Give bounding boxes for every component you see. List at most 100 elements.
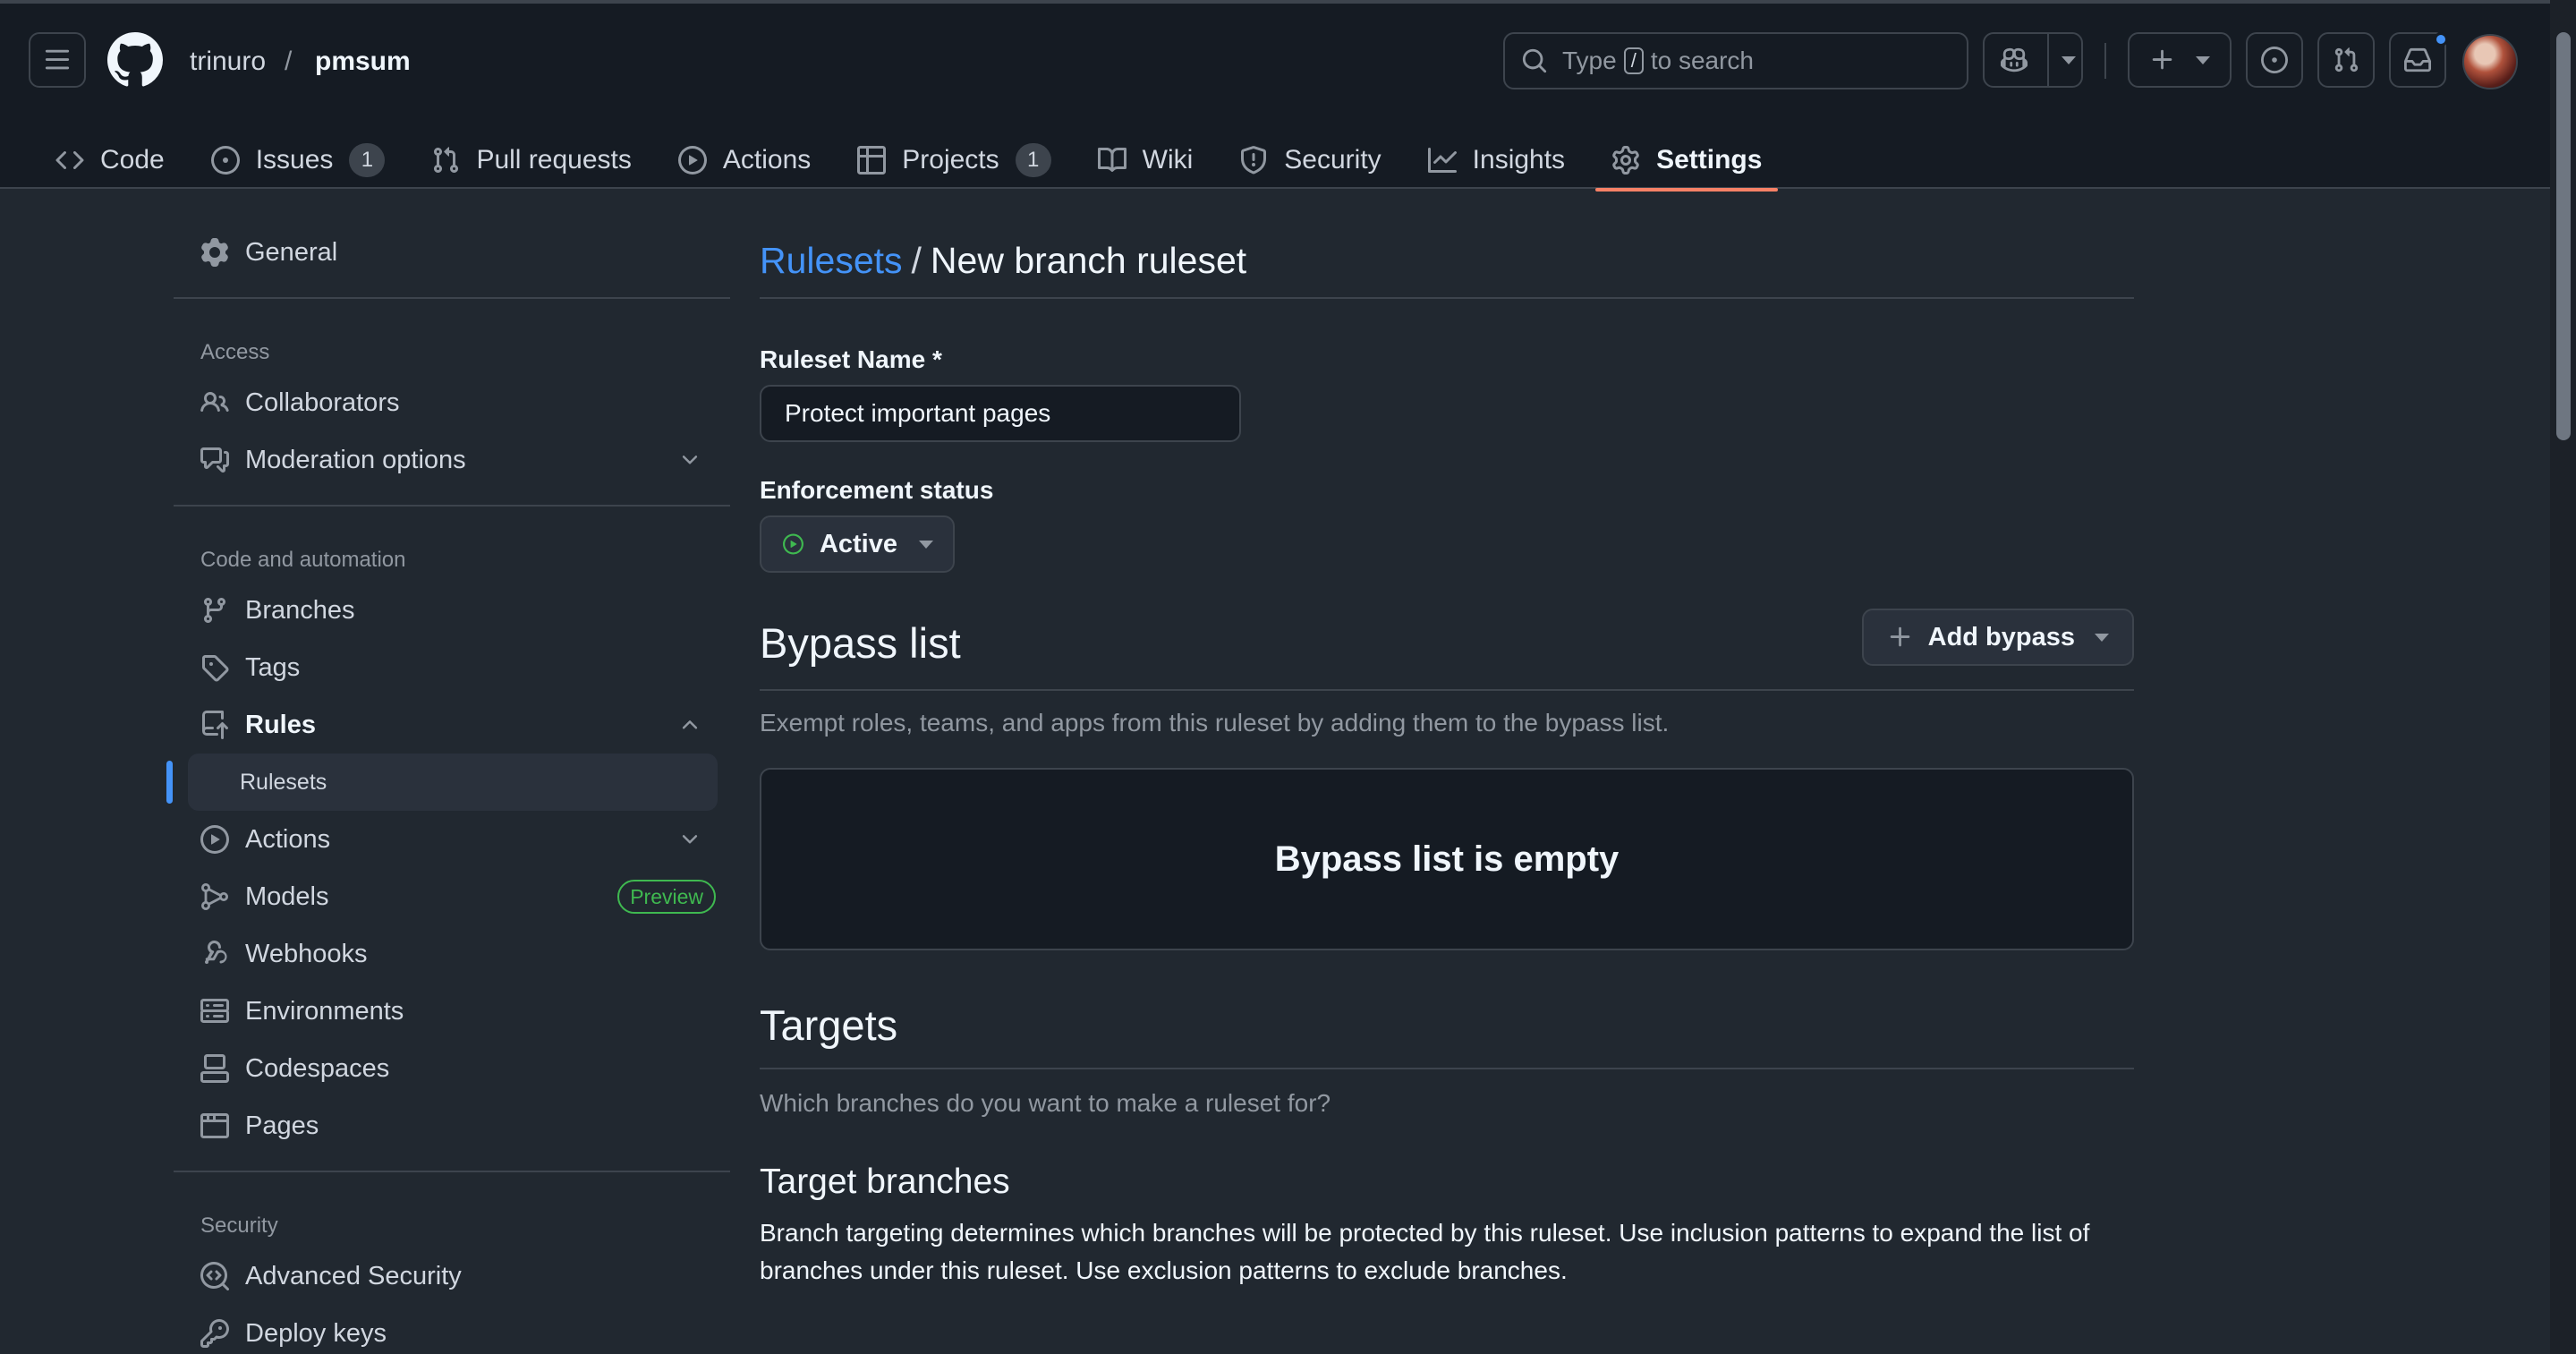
search-input[interactable]: Type / to search [1503, 32, 1968, 89]
pull-request-icon [434, 147, 459, 174]
breadcrumb-separator: / [911, 239, 922, 281]
chevron-down-icon[interactable] [678, 448, 701, 472]
projects-count-badge: 1 [1015, 143, 1051, 177]
tab-projects[interactable]: Projects 1 [841, 132, 1067, 188]
split-divider [2047, 32, 2049, 88]
tab-label: Actions [722, 145, 812, 175]
sidebar-item-environments[interactable]: Environments [174, 983, 730, 1040]
sidebar-item-label: Actions [245, 824, 331, 854]
search-placeholder-suffix: to search [1650, 47, 1754, 74]
create-new-button[interactable] [2128, 32, 2232, 88]
settings-sidebar: General Access Collaborators Moderation … [166, 224, 730, 1354]
tab-label: Settings [1656, 145, 1763, 175]
sidebar-item-actions[interactable]: Actions [174, 811, 730, 868]
sidebar-item-label: Advanced Security [245, 1261, 462, 1290]
preview-badge: Preview [617, 880, 716, 914]
play-icon [200, 825, 229, 854]
sidebar-heading-security: Security [200, 1213, 278, 1238]
issues-button[interactable] [2246, 32, 2303, 88]
sidebar-item-label: Rulesets [240, 769, 327, 795]
add-bypass-button[interactable]: Add bypass [1861, 609, 2134, 666]
tab-wiki[interactable]: Wiki [1082, 132, 1210, 188]
copilot-dropdown-caret[interactable] [2062, 55, 2076, 64]
sidebar-item-rules[interactable]: Rules [174, 696, 730, 754]
tab-code[interactable]: Code [39, 132, 181, 188]
sidebar-item-moderation-options[interactable]: Moderation options [174, 431, 730, 489]
codescan-icon [200, 1262, 229, 1290]
enforcement-status-dropdown[interactable]: Active [760, 515, 955, 573]
tag-icon [202, 655, 229, 682]
owner-link[interactable]: trinuro [190, 47, 266, 77]
hamburger-icon [45, 49, 70, 70]
tab-security[interactable]: Security [1223, 132, 1397, 188]
sidebar-item-label: Collaborators [245, 387, 400, 417]
copilot-icon [2001, 47, 2028, 72]
plus-icon [2152, 49, 2172, 70]
pull-requests-button[interactable] [2317, 32, 2375, 88]
tab-issues[interactable]: Issues 1 [195, 132, 402, 188]
gear-icon [1612, 146, 1639, 175]
ruleset-form: Rulesets / New branch ruleset Ruleset Na… [760, 224, 2134, 1290]
sidebar-item-tags[interactable]: Tags [174, 639, 730, 696]
tab-label: Insights [1472, 145, 1566, 175]
target-branches-title: Target branches [760, 1162, 1010, 1201]
tab-label: Issues [255, 145, 334, 175]
sidebar-divider [174, 1171, 730, 1172]
rulesets-breadcrumb-link[interactable]: Rulesets [760, 240, 903, 282]
sidebar-item-webhooks[interactable]: Webhooks [174, 925, 730, 983]
copilot-button[interactable] [1983, 32, 2083, 88]
add-bypass-label: Add bypass [1927, 622, 2075, 651]
avatar[interactable] [2462, 34, 2518, 89]
sidebar-item-models[interactable]: Models Preview [174, 868, 730, 925]
people-icon [200, 391, 229, 413]
github-logo-icon[interactable] [107, 32, 163, 88]
issue-opened-icon [2261, 47, 2288, 73]
bypass-header: Bypass list Add bypass [760, 609, 2134, 671]
sidebar-item-branches[interactable]: Branches [174, 582, 730, 639]
tab-settings[interactable]: Settings [1595, 132, 1779, 192]
chevron-down-icon [2095, 633, 2109, 642]
tab-insights[interactable]: Insights [1412, 132, 1581, 188]
menu-button[interactable] [29, 32, 86, 88]
bypass-list-title: Bypass list [760, 618, 961, 667]
chevron-down-icon[interactable] [678, 828, 701, 851]
notification-indicator [2434, 32, 2448, 47]
tab-label: Code [100, 145, 165, 175]
gear-icon [201, 238, 228, 267]
repo-link[interactable]: pmsum [315, 47, 411, 77]
chevron-up-icon[interactable] [678, 713, 701, 737]
tab-actions[interactable]: Actions [662, 132, 827, 188]
sidebar-heading-access: Access [200, 340, 270, 364]
sidebar-item-label: Pages [245, 1111, 319, 1140]
breadcrumb-separator: / [285, 47, 293, 76]
play-icon [677, 146, 707, 175]
sidebar-item-label: General [245, 237, 338, 267]
code-icon [55, 150, 84, 170]
tab-pull-requests[interactable]: Pull requests [415, 132, 647, 188]
target-branches-description: Branch targeting determines which branch… [760, 1219, 2090, 1284]
bypass-empty-text: Bypass list is empty [1274, 839, 1620, 879]
ruleset-name-label: Ruleset Name * [760, 345, 942, 373]
tab-label: Wiki [1142, 145, 1194, 175]
sidebar-divider [174, 297, 730, 299]
targets-description: Which branches do you want to make a rul… [760, 1089, 1331, 1117]
sidebar-item-collaborators[interactable]: Collaborators [174, 374, 730, 431]
sidebar-item-general[interactable]: General [174, 224, 730, 281]
sidebar-item-rulesets[interactable]: Rulesets [166, 754, 718, 811]
bypass-description: Exempt roles, teams, and apps from this … [760, 709, 1670, 737]
git-branch-icon [203, 598, 225, 624]
key-icon [200, 1319, 229, 1348]
sidebar-heading-code-automation: Code and automation [200, 548, 406, 572]
sidebar-item-advanced-security[interactable]: Advanced Security [174, 1248, 730, 1305]
ruleset-name-input[interactable]: Protect important pages [760, 385, 1241, 442]
scrollbar-thumb[interactable] [2556, 32, 2571, 440]
ruleset-name-value: Protect important pages [785, 399, 1051, 427]
sidebar-item-pages[interactable]: Pages [174, 1097, 730, 1154]
book-icon [1097, 147, 1126, 172]
sidebar-item-codespaces[interactable]: Codespaces [174, 1040, 730, 1097]
inbox-icon [2404, 47, 2431, 72]
tab-label: Security [1284, 145, 1382, 175]
repo-tabs: Code Issues 1 Pull requests Actions Proj… [39, 131, 1792, 192]
sidebar-item-deploy-keys[interactable]: Deploy keys [174, 1305, 730, 1354]
page-title: Rulesets / New branch ruleset [760, 224, 2134, 299]
